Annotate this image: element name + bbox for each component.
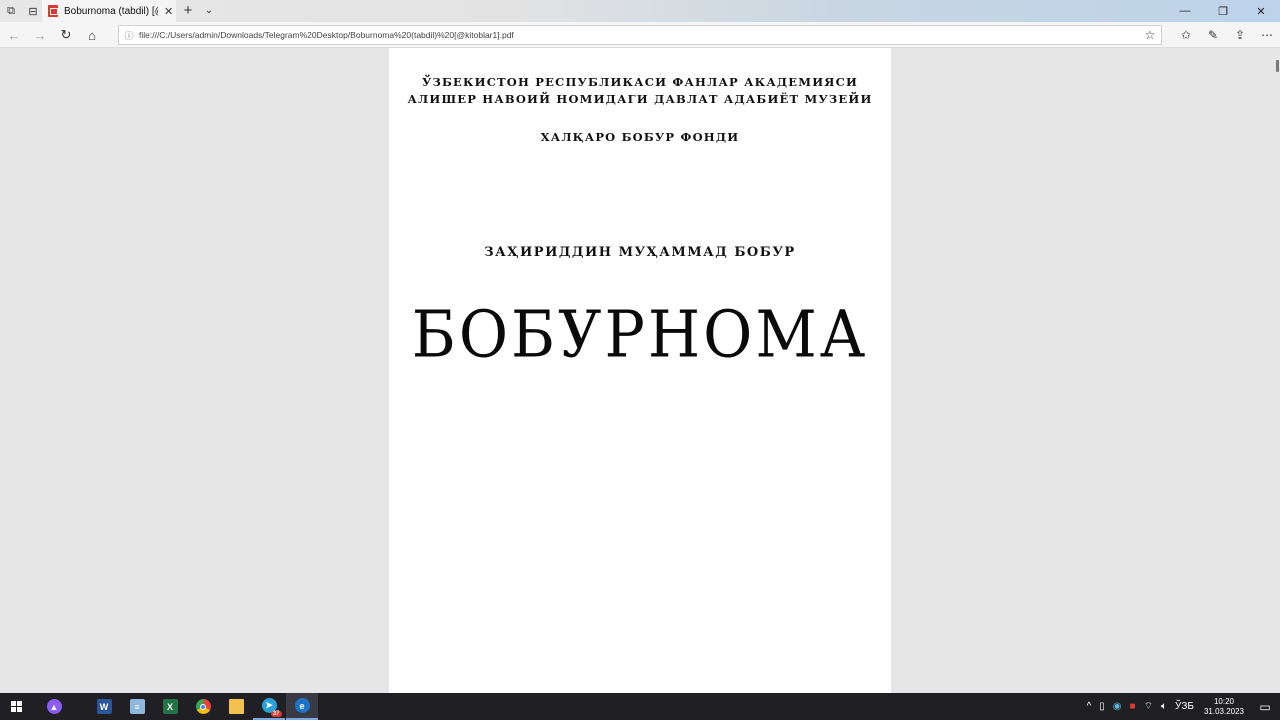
clock-time: 10:20 (1213, 696, 1234, 706)
scrollbar[interactable] (1276, 60, 1279, 72)
forward-button[interactable]: → (28, 22, 52, 48)
tab-actions-icon[interactable]: ⧉ (0, 0, 22, 22)
telegram-app[interactable]: ➤ 37 (253, 693, 285, 720)
notepad-icon: ≡ (129, 699, 145, 714)
close-window-button[interactable]: ✕ (1242, 0, 1280, 22)
share-icon[interactable]: ⇪ (1228, 22, 1252, 48)
telegram-icon: ➤ 37 (261, 698, 282, 717)
folder-icon (228, 699, 244, 714)
pdf-viewport[interactable]: ЎЗБЕКИСТОН РЕСПУБЛИКАСИ ФАНЛАР АКАДЕМИЯС… (0, 48, 1280, 693)
set-aside-tabs-icon[interactable]: ⊟ (22, 0, 44, 22)
author-name: ЗАҲИРИДДИН МУҲАММАД БОБУР (484, 245, 796, 260)
edge-app[interactable]: e (286, 693, 318, 720)
excel-app[interactable]: X (154, 693, 186, 720)
chrome-icon (195, 699, 211, 714)
excel-icon: X (162, 699, 178, 714)
tab-title: Boburnoma (tabdil) [@ki (64, 5, 158, 17)
telegram-badge: 37 (270, 711, 282, 717)
book-title: БОБУРНОМА (411, 297, 869, 373)
address-url[interactable]: file:///C:/Users/admin/Downloads/Telegra… (139, 30, 1139, 40)
usb-icon[interactable]: ▯ (1095, 701, 1109, 712)
favorite-star-icon[interactable]: ☆ (1139, 28, 1161, 42)
taskbar: ▲ W ≡ X ➤ 37 e ^ ▯ ◉ ■ ⌔ 🔈︎ ЎЗБ 10:20 31… (0, 693, 1280, 720)
start-button[interactable] (0, 693, 32, 720)
pdf-icon (48, 5, 58, 17)
chrome-app[interactable] (187, 693, 219, 720)
word-icon: W (96, 699, 112, 714)
edge-icon: e (294, 698, 310, 713)
word-app[interactable]: W (88, 693, 120, 720)
volume-icon[interactable]: 🔈︎ (1157, 701, 1171, 712)
clock-date: 31.03.2023 (1203, 706, 1244, 716)
header-line-3: ХАЛҚАРО БОБУР ФОНДИ (540, 130, 740, 144)
notepad-app[interactable]: ≡ (121, 693, 153, 720)
assistant-icon: ▲ (46, 699, 62, 714)
info-icon[interactable]: ⓘ (119, 29, 139, 42)
browser-toolbar: ← → ↻ ⌂ ⓘ file:///C:/Users/admin/Downloa… (0, 22, 1280, 48)
wifi-icon[interactable]: ⌔ (1140, 700, 1157, 713)
home-button[interactable]: ⌂ (80, 22, 104, 48)
system-tray: ^ ▯ ◉ ■ ⌔ 🔈︎ ЎЗБ 10:20 31.03.2023 ▭ (1083, 693, 1280, 720)
refresh-button[interactable]: ↻ (54, 22, 78, 48)
pen-icon[interactable]: ✎ (1201, 22, 1225, 48)
window-controls: — ❐ ✕ (1166, 0, 1280, 22)
windows-icon (10, 701, 22, 712)
chevron-up-icon[interactable]: ^ (1083, 701, 1096, 712)
notification-icon[interactable]: ▭ (1250, 700, 1280, 714)
clock[interactable]: 10:20 31.03.2023 (1198, 697, 1250, 717)
antivirus-icon[interactable]: ■ (1126, 701, 1140, 712)
tab-active[interactable]: Boburnoma (tabdil) [@ki ✕ (42, 0, 176, 22)
file-explorer-app[interactable] (220, 693, 252, 720)
address-bar[interactable]: ⓘ file:///C:/Users/admin/Downloads/Teleg… (118, 25, 1162, 45)
network-app-icon[interactable]: ◉ (1109, 701, 1126, 712)
new-tab-button[interactable]: + (180, 0, 196, 22)
pdf-page: ЎЗБЕКИСТОН РЕСПУБЛИКАСИ ФАНЛАР АКАДЕМИЯС… (389, 48, 891, 693)
close-tab-icon[interactable]: ✕ (164, 5, 173, 18)
language-indicator[interactable]: ЎЗБ (1171, 701, 1198, 712)
header-line-2: АЛИШЕР НАВОИЙ НОМИДАГИ ДАВЛАТ АДАБИЁТ МУ… (407, 92, 873, 106)
minimize-button[interactable]: — (1166, 0, 1204, 22)
back-button[interactable]: ← (2, 22, 26, 48)
restore-button[interactable]: ❐ (1204, 0, 1242, 22)
header-line-1: ЎЗБЕКИСТОН РЕСПУБЛИКАСИ ФАНЛАР АКАДЕМИЯС… (421, 75, 859, 89)
chevron-down-icon[interactable]: ⌄ (202, 0, 216, 22)
more-menu-icon[interactable]: ⋯ (1255, 22, 1279, 48)
assistant-app[interactable]: ▲ (38, 693, 70, 720)
favorites-icon[interactable]: ✩ (1174, 22, 1198, 48)
